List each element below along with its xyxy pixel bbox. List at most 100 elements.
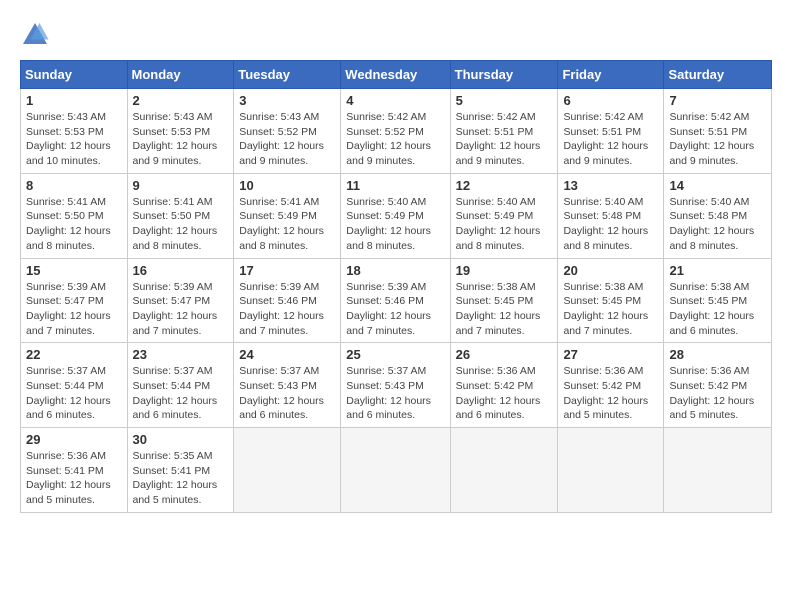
day-number: 16 [133,263,229,278]
day-cell: 11 Sunrise: 5:40 AM Sunset: 5:49 PM Dayl… [341,173,450,258]
day-number: 17 [239,263,335,278]
day-info: Sunrise: 5:37 AM Sunset: 5:43 PM Dayligh… [239,364,335,423]
day-number: 27 [563,347,658,362]
day-number: 9 [133,178,229,193]
day-info: Sunrise: 5:40 AM Sunset: 5:49 PM Dayligh… [346,195,444,254]
calendar-table: SundayMondayTuesdayWednesdayThursdayFrid… [20,60,772,513]
day-header-sunday: Sunday [21,61,128,89]
day-info: Sunrise: 5:39 AM Sunset: 5:47 PM Dayligh… [26,280,122,339]
day-info: Sunrise: 5:38 AM Sunset: 5:45 PM Dayligh… [456,280,553,339]
week-row-4: 22 Sunrise: 5:37 AM Sunset: 5:44 PM Dayl… [21,343,772,428]
day-cell: 20 Sunrise: 5:38 AM Sunset: 5:45 PM Dayl… [558,258,664,343]
week-row-3: 15 Sunrise: 5:39 AM Sunset: 5:47 PM Dayl… [21,258,772,343]
day-cell: 30 Sunrise: 5:35 AM Sunset: 5:41 PM Dayl… [127,428,234,513]
day-info: Sunrise: 5:39 AM Sunset: 5:46 PM Dayligh… [346,280,444,339]
day-number: 25 [346,347,444,362]
day-number: 20 [563,263,658,278]
logo [20,20,54,50]
day-cell: 27 Sunrise: 5:36 AM Sunset: 5:42 PM Dayl… [558,343,664,428]
day-cell [341,428,450,513]
week-row-5: 29 Sunrise: 5:36 AM Sunset: 5:41 PM Dayl… [21,428,772,513]
day-number: 14 [669,178,766,193]
day-cell: 26 Sunrise: 5:36 AM Sunset: 5:42 PM Dayl… [450,343,558,428]
day-header-friday: Friday [558,61,664,89]
day-cell [558,428,664,513]
day-cell: 12 Sunrise: 5:40 AM Sunset: 5:49 PM Dayl… [450,173,558,258]
day-cell: 29 Sunrise: 5:36 AM Sunset: 5:41 PM Dayl… [21,428,128,513]
day-info: Sunrise: 5:43 AM Sunset: 5:53 PM Dayligh… [26,110,122,169]
day-number: 21 [669,263,766,278]
day-number: 15 [26,263,122,278]
logo-icon [20,20,50,50]
day-cell: 7 Sunrise: 5:42 AM Sunset: 5:51 PM Dayli… [664,89,772,174]
day-info: Sunrise: 5:36 AM Sunset: 5:42 PM Dayligh… [456,364,553,423]
day-info: Sunrise: 5:36 AM Sunset: 5:42 PM Dayligh… [563,364,658,423]
day-info: Sunrise: 5:39 AM Sunset: 5:47 PM Dayligh… [133,280,229,339]
day-info: Sunrise: 5:37 AM Sunset: 5:43 PM Dayligh… [346,364,444,423]
day-number: 12 [456,178,553,193]
day-number: 13 [563,178,658,193]
day-number: 5 [456,93,553,108]
day-cell: 19 Sunrise: 5:38 AM Sunset: 5:45 PM Dayl… [450,258,558,343]
day-number: 18 [346,263,444,278]
day-cell: 2 Sunrise: 5:43 AM Sunset: 5:53 PM Dayli… [127,89,234,174]
day-number: 28 [669,347,766,362]
calendar-header: SundayMondayTuesdayWednesdayThursdayFrid… [21,61,772,89]
day-info: Sunrise: 5:43 AM Sunset: 5:53 PM Dayligh… [133,110,229,169]
day-header-wednesday: Wednesday [341,61,450,89]
day-number: 24 [239,347,335,362]
day-info: Sunrise: 5:39 AM Sunset: 5:46 PM Dayligh… [239,280,335,339]
week-row-2: 8 Sunrise: 5:41 AM Sunset: 5:50 PM Dayli… [21,173,772,258]
day-cell: 22 Sunrise: 5:37 AM Sunset: 5:44 PM Dayl… [21,343,128,428]
day-info: Sunrise: 5:41 AM Sunset: 5:50 PM Dayligh… [133,195,229,254]
day-info: Sunrise: 5:42 AM Sunset: 5:51 PM Dayligh… [669,110,766,169]
calendar-body: 1 Sunrise: 5:43 AM Sunset: 5:53 PM Dayli… [21,89,772,513]
day-info: Sunrise: 5:37 AM Sunset: 5:44 PM Dayligh… [133,364,229,423]
day-cell: 10 Sunrise: 5:41 AM Sunset: 5:49 PM Dayl… [234,173,341,258]
day-info: Sunrise: 5:36 AM Sunset: 5:41 PM Dayligh… [26,449,122,508]
day-cell [234,428,341,513]
day-info: Sunrise: 5:35 AM Sunset: 5:41 PM Dayligh… [133,449,229,508]
day-info: Sunrise: 5:37 AM Sunset: 5:44 PM Dayligh… [26,364,122,423]
day-info: Sunrise: 5:36 AM Sunset: 5:42 PM Dayligh… [669,364,766,423]
day-number: 7 [669,93,766,108]
day-cell: 3 Sunrise: 5:43 AM Sunset: 5:52 PM Dayli… [234,89,341,174]
day-cell: 15 Sunrise: 5:39 AM Sunset: 5:47 PM Dayl… [21,258,128,343]
day-info: Sunrise: 5:42 AM Sunset: 5:51 PM Dayligh… [456,110,553,169]
day-number: 8 [26,178,122,193]
day-cell: 1 Sunrise: 5:43 AM Sunset: 5:53 PM Dayli… [21,89,128,174]
day-number: 22 [26,347,122,362]
day-info: Sunrise: 5:38 AM Sunset: 5:45 PM Dayligh… [563,280,658,339]
day-number: 26 [456,347,553,362]
day-number: 23 [133,347,229,362]
day-cell: 25 Sunrise: 5:37 AM Sunset: 5:43 PM Dayl… [341,343,450,428]
day-info: Sunrise: 5:40 AM Sunset: 5:48 PM Dayligh… [563,195,658,254]
day-info: Sunrise: 5:40 AM Sunset: 5:49 PM Dayligh… [456,195,553,254]
day-cell: 5 Sunrise: 5:42 AM Sunset: 5:51 PM Dayli… [450,89,558,174]
day-number: 6 [563,93,658,108]
day-number: 10 [239,178,335,193]
day-number: 1 [26,93,122,108]
day-cell: 28 Sunrise: 5:36 AM Sunset: 5:42 PM Dayl… [664,343,772,428]
day-info: Sunrise: 5:41 AM Sunset: 5:49 PM Dayligh… [239,195,335,254]
day-cell: 23 Sunrise: 5:37 AM Sunset: 5:44 PM Dayl… [127,343,234,428]
day-cell [664,428,772,513]
day-info: Sunrise: 5:41 AM Sunset: 5:50 PM Dayligh… [26,195,122,254]
week-row-1: 1 Sunrise: 5:43 AM Sunset: 5:53 PM Dayli… [21,89,772,174]
day-info: Sunrise: 5:42 AM Sunset: 5:51 PM Dayligh… [563,110,658,169]
day-cell: 6 Sunrise: 5:42 AM Sunset: 5:51 PM Dayli… [558,89,664,174]
day-cell [450,428,558,513]
day-number: 11 [346,178,444,193]
day-number: 29 [26,432,122,447]
day-info: Sunrise: 5:38 AM Sunset: 5:45 PM Dayligh… [669,280,766,339]
day-header-thursday: Thursday [450,61,558,89]
day-number: 4 [346,93,444,108]
day-cell: 17 Sunrise: 5:39 AM Sunset: 5:46 PM Dayl… [234,258,341,343]
day-cell: 21 Sunrise: 5:38 AM Sunset: 5:45 PM Dayl… [664,258,772,343]
day-header-monday: Monday [127,61,234,89]
day-info: Sunrise: 5:43 AM Sunset: 5:52 PM Dayligh… [239,110,335,169]
day-cell: 9 Sunrise: 5:41 AM Sunset: 5:50 PM Dayli… [127,173,234,258]
day-header-saturday: Saturday [664,61,772,89]
day-cell: 13 Sunrise: 5:40 AM Sunset: 5:48 PM Dayl… [558,173,664,258]
day-number: 19 [456,263,553,278]
